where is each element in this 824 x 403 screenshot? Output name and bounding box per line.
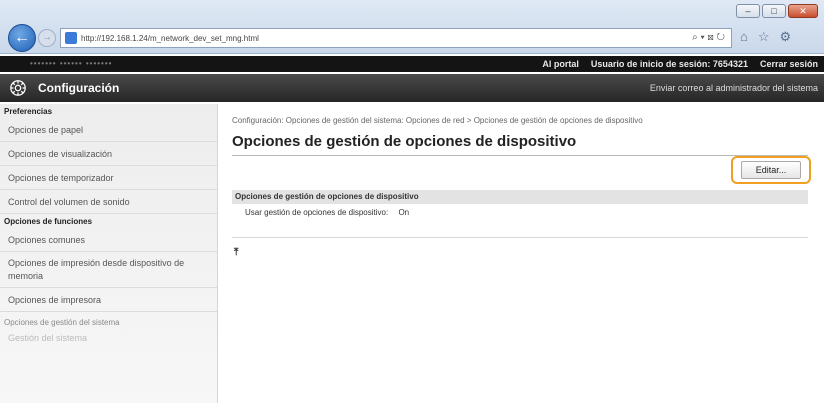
maximize-button[interactable]: □ — [762, 4, 786, 18]
browser-chrome: – □ ✕ ← → http://192.168.1.24/m_network_… — [0, 0, 824, 54]
gear-icon[interactable]: ⚙ — [780, 29, 792, 45]
settings-gear-icon — [10, 80, 26, 96]
mail-admin-link[interactable]: Enviar correo al administrador del siste… — [650, 83, 818, 93]
favicon-icon — [65, 32, 77, 44]
setting-row: Usar gestión de opciones de dispositivo:… — [245, 208, 409, 217]
home-icon[interactable]: ⌂ — [740, 29, 748, 45]
sidebar-item-paper[interactable]: Opciones de papel — [0, 118, 217, 142]
sidebar-group-system[interactable]: Opciones de gestión del sistema — [0, 312, 217, 330]
sidebar-item-common[interactable]: Opciones comunes — [0, 228, 217, 252]
minimize-button[interactable]: – — [736, 4, 760, 18]
sidebar-item-printer[interactable]: Opciones de impresora — [0, 288, 217, 312]
setting-label: Usar gestión de opciones de dispositivo: — [245, 208, 389, 217]
device-name: ••••••• •••••• ••••••• — [30, 59, 113, 68]
row-divider — [232, 237, 808, 238]
edit-button-highlight: Editar... — [731, 156, 811, 184]
main-content: Configuración: Opciones de gestión del s… — [228, 104, 820, 403]
browser-icons: ⌂ ☆ ⚙ — [740, 29, 791, 45]
edit-button[interactable]: Editar... — [741, 161, 801, 179]
url-text[interactable]: http://192.168.1.24/m_network_dev_set_mn… — [81, 34, 259, 43]
star-icon[interactable]: ☆ — [758, 29, 770, 45]
logout-link[interactable]: Cerrar sesión — [760, 59, 818, 69]
back-arrow-icon[interactable]: ← — [8, 24, 36, 52]
login-user-value: 7654321 — [712, 59, 748, 69]
top-bar: ••••••• •••••• ••••••• Al portal Usuario… — [0, 56, 824, 72]
portal-link[interactable]: Al portal — [542, 59, 579, 69]
address-tools[interactable]: ⌕ ▾ ⊠ ↻ — [692, 32, 725, 43]
sidebar-group-preferences: Preferencias — [4, 107, 53, 116]
sidebar-item-volume[interactable]: Control del volumen de sonido — [0, 190, 217, 214]
window-controls: – □ ✕ — [736, 4, 818, 18]
close-window-button[interactable]: ✕ — [788, 4, 818, 18]
sidebar-item-system-management[interactable]: Gestión del sistema — [0, 330, 217, 346]
sidebar: Preferencias Opciones de papel Opciones … — [0, 104, 218, 403]
forward-arrow-icon[interactable]: → — [38, 29, 56, 47]
login-user-info: Usuario de inicio de sesión: 7654321 — [591, 59, 748, 69]
setting-value: On — [398, 208, 410, 217]
sidebar-item-timer[interactable]: Opciones de temporizador — [0, 166, 217, 190]
section-header: Opciones de gestión de opciones de dispo… — [232, 190, 808, 204]
title-divider — [232, 155, 808, 156]
login-user-label: Usuario de inicio de sesión: — [590, 59, 711, 69]
address-bar[interactable]: http://192.168.1.24/m_network_dev_set_mn… — [60, 28, 732, 48]
back-to-top-icon[interactable]: ⤒ — [234, 247, 238, 258]
sidebar-item-display[interactable]: Opciones de visualización — [0, 142, 217, 166]
page-title: Opciones de gestión de opciones de dispo… — [232, 133, 577, 150]
sidebar-item-memory-print[interactable]: Opciones de impresión desde dispositivo … — [0, 252, 217, 288]
breadcrumb: Configuración: Opciones de gestión del s… — [232, 116, 643, 125]
settings-header: Configuración Enviar correo al administr… — [0, 74, 824, 102]
sidebar-group-functions: Opciones de funciones — [4, 217, 93, 226]
settings-title: Configuración — [38, 81, 120, 95]
